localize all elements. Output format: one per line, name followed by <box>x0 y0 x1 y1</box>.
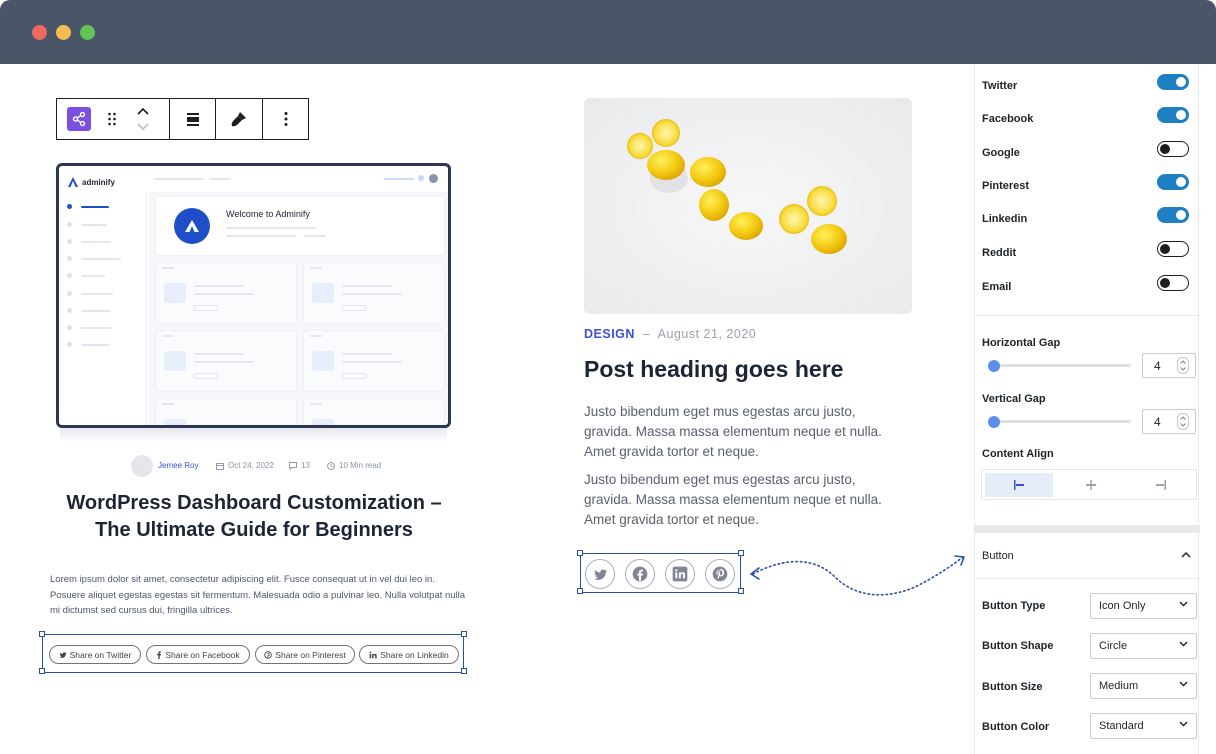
post-heading: Post heading goes here <box>584 356 844 382</box>
toggle-google[interactable] <box>1157 141 1189 157</box>
chevron-down-icon <box>1179 681 1188 687</box>
drag-handle-icon[interactable] <box>101 111 123 127</box>
calendar-icon <box>216 462 224 470</box>
button-color-label: Button Color <box>982 721 1050 733</box>
adminify-logo: adminify <box>67 176 115 188</box>
pinterest-icon <box>712 566 728 582</box>
share-facebook-button[interactable]: Share on Facebook <box>146 645 250 664</box>
linkedin-icon <box>672 566 688 582</box>
twitter-share-button[interactable] <box>585 559 615 589</box>
facebook-share-button[interactable] <box>625 559 655 589</box>
horizontal-gap-input[interactable]: 4 <box>1142 353 1196 378</box>
toggle-reddit[interactable] <box>1157 241 1189 257</box>
adminify-badge-icon <box>174 208 210 244</box>
article-body: Lorem ipsum dolor sit amet, consectetur … <box>50 574 466 616</box>
share-twitter-button[interactable]: Share on Twitter <box>49 645 141 664</box>
post-paragraph: Justo bibendum eget mus egestas arcu jus… <box>584 404 882 459</box>
button-shape-label: Button Shape <box>982 640 1054 652</box>
article-title: WordPress Dashboard Customization – The … <box>66 492 442 541</box>
article-date: Oct 24, 2022 <box>216 461 274 470</box>
vertical-gap-label: Vertical Gap <box>982 393 1046 405</box>
network-label-facebook: Facebook <box>982 113 1034 125</box>
align-center-icon[interactable] <box>1057 473 1125 497</box>
stepper-icon[interactable] <box>1177 413 1189 430</box>
dotted-arrow-connector <box>750 555 965 596</box>
facebook-icon <box>632 566 648 582</box>
button-type-select[interactable]: Icon Only <box>1090 593 1197 619</box>
content-align-label: Content Align <box>982 448 1054 460</box>
share-icons-block[interactable] <box>577 550 744 594</box>
lemons-photo <box>584 98 912 314</box>
move-up-down-icon[interactable] <box>129 106 157 132</box>
maximize-window-dot[interactable] <box>80 25 95 40</box>
twitter-icon <box>593 568 607 580</box>
network-label-pinterest: Pinterest <box>982 180 1030 192</box>
linkedin-share-button[interactable] <box>665 559 695 589</box>
horizontal-gap-slider-handle[interactable] <box>988 360 1000 372</box>
network-label-reddit: Reddit <box>982 247 1017 259</box>
comment-count: 13 <box>289 461 310 470</box>
author-avatar <box>131 455 153 477</box>
toggle-email[interactable] <box>1157 275 1189 291</box>
button-color-select[interactable]: Standard <box>1090 713 1197 739</box>
horizontal-gap-label: Horizontal Gap <box>982 337 1061 349</box>
chevron-down-icon <box>1179 641 1188 647</box>
section-divider <box>975 525 1200 533</box>
facebook-icon <box>157 650 162 659</box>
close-window-dot[interactable] <box>32 25 47 40</box>
linkedin-icon <box>369 651 377 658</box>
post-date: August 21, 2020 <box>657 327 757 341</box>
brush-icon[interactable] <box>216 99 263 139</box>
dashboard-mockup-image: adminify Welcome to Adminify <box>56 163 451 428</box>
settings-panel: Twitter Facebook Google Pinterest Linked… <box>974 64 1200 754</box>
share-linkedin-button[interactable]: Share on Linkedin <box>359 645 459 664</box>
content-align-group <box>981 469 1197 500</box>
toggle-pinterest[interactable] <box>1157 174 1189 190</box>
align-icon[interactable] <box>170 99 216 139</box>
post-meta: DESIGN – August 21, 2020 <box>584 327 757 341</box>
mockup-welcome-text: Welcome to Adminify <box>226 209 310 219</box>
post-paragraph: Justo bibendum eget mus egestas arcu jus… <box>584 472 882 527</box>
window-titlebar <box>0 0 1216 64</box>
align-left-icon[interactable] <box>985 473 1053 497</box>
clock-icon <box>327 461 335 470</box>
network-label-email: Email <box>982 281 1012 293</box>
network-label-linkedin: Linkedin <box>982 213 1028 225</box>
stepper-icon[interactable] <box>1177 357 1189 374</box>
twitter-icon <box>59 651 67 658</box>
author-link[interactable]: Jemee Roy <box>158 461 198 470</box>
network-label-twitter: Twitter <box>982 80 1018 92</box>
comment-icon <box>289 461 297 470</box>
share-pinterest-button[interactable]: Share on Pinterest <box>255 645 355 664</box>
horizontal-gap-slider[interactable] <box>988 364 1131 367</box>
toggle-twitter[interactable] <box>1157 74 1189 90</box>
toggle-linkedin[interactable] <box>1157 207 1189 223</box>
chevron-down-icon <box>1179 721 1188 727</box>
mockup-shadow <box>60 428 447 442</box>
pinterest-share-button[interactable] <box>705 559 735 589</box>
more-options-icon[interactable] <box>263 99 308 139</box>
minimize-window-dot[interactable] <box>56 25 71 40</box>
share-icon[interactable] <box>67 107 91 131</box>
button-shape-select[interactable]: Circle <box>1090 633 1197 659</box>
vertical-gap-slider[interactable] <box>988 420 1131 423</box>
read-time: 10 Min read <box>327 461 381 470</box>
network-label-google: Google <box>982 147 1020 159</box>
vertical-gap-input[interactable]: 4 <box>1142 409 1196 434</box>
pinterest-icon <box>264 650 273 659</box>
share-buttons-block[interactable]: Share on Twitter Share on Facebook Share… <box>39 631 467 674</box>
vertical-gap-slider-handle[interactable] <box>988 416 1000 428</box>
button-size-label: Button Size <box>982 681 1043 693</box>
button-size-select[interactable]: Medium <box>1090 673 1197 699</box>
align-right-icon[interactable] <box>1127 473 1195 497</box>
button-type-label: Button Type <box>982 600 1046 612</box>
chevron-down-icon <box>1179 601 1188 607</box>
post-category[interactable]: DESIGN <box>584 327 635 341</box>
chevron-up-icon[interactable] <box>1181 551 1191 558</box>
button-section-header[interactable]: Button <box>975 534 1200 578</box>
block-toolbar <box>56 98 309 140</box>
toggle-facebook[interactable] <box>1157 107 1189 123</box>
